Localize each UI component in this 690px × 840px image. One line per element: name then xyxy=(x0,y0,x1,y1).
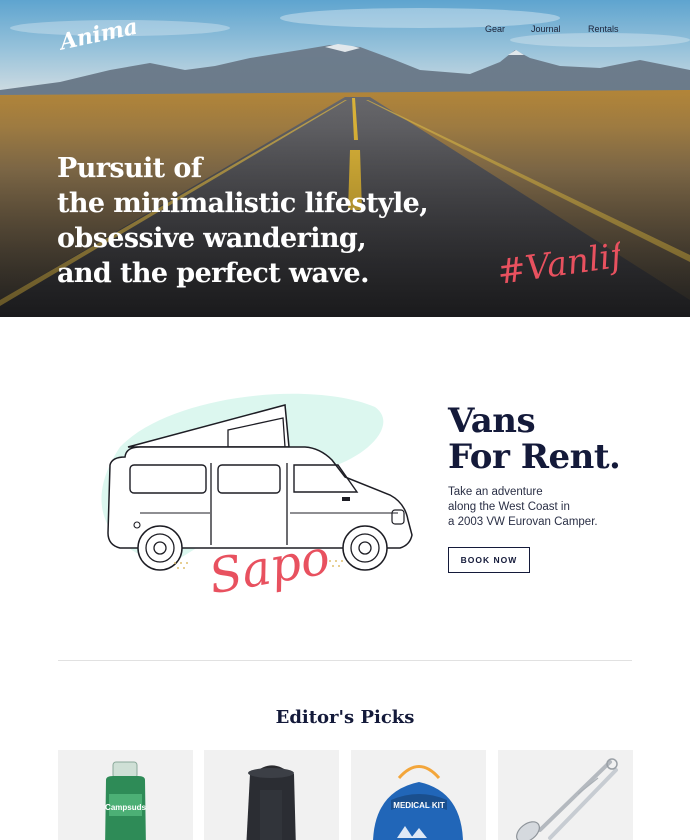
headline-line-2: the minimalistic lifestyle, xyxy=(57,188,429,219)
speaker-icon xyxy=(246,765,296,840)
nav-journal[interactable]: Journal xyxy=(531,24,561,34)
vanlife-hashtag: #Vanlife xyxy=(495,233,620,293)
rent-title: Vans For Rent. xyxy=(448,403,668,475)
campsuds-label: Campsuds xyxy=(105,803,146,812)
picks-title: Editor's Picks xyxy=(275,707,415,728)
rent-description: Take an adventure along the West Coast i… xyxy=(448,485,668,530)
first-aid-kit-icon: MEDICAL KIT xyxy=(373,765,463,840)
headline-line-1: Pursuit of xyxy=(57,153,202,184)
utensils-icon xyxy=(516,758,618,840)
rent-desc-line-2: along the West Coast in xyxy=(448,501,570,513)
hashtag-text: #Vanlife xyxy=(495,233,620,293)
rent-desc-line-1: Take an adventure xyxy=(448,486,543,498)
product-card-medical-kit[interactable]: MEDICAL KIT xyxy=(351,750,486,840)
headline-line-3: obsessive wandering, xyxy=(57,223,367,254)
nav-rentals[interactable]: Rentals xyxy=(588,24,619,34)
van-illustration: Sapo xyxy=(101,393,413,605)
medical-kit-label: MEDICAL KIT xyxy=(393,801,445,810)
product-card-utensils[interactable] xyxy=(498,750,633,840)
book-now-button[interactable]: BOOK NOW xyxy=(448,547,530,573)
rent-title-line-2: For Rent. xyxy=(448,437,621,477)
hero-headline: Pursuit of the minimalistic lifestyle, o… xyxy=(57,151,457,291)
hero-section: Animal Gear Journal Rentals Pursuit of t… xyxy=(0,0,690,317)
rent-title-line-1: Vans xyxy=(448,401,536,441)
brand-logo[interactable]: Animal xyxy=(56,6,136,50)
product-card-speaker[interactable] xyxy=(204,750,339,840)
nav-gear[interactable]: Gear xyxy=(485,24,505,34)
rent-desc-line-3: a 2003 VW Eurovan Camper. xyxy=(448,516,598,528)
section-divider xyxy=(58,660,632,661)
campsuds-bottle-icon: Campsuds xyxy=(105,761,146,840)
product-card-campsuds[interactable]: Campsuds xyxy=(58,750,193,840)
headline-line-4: and the perfect wave. xyxy=(57,258,369,289)
logo-text: Animal xyxy=(56,12,136,50)
